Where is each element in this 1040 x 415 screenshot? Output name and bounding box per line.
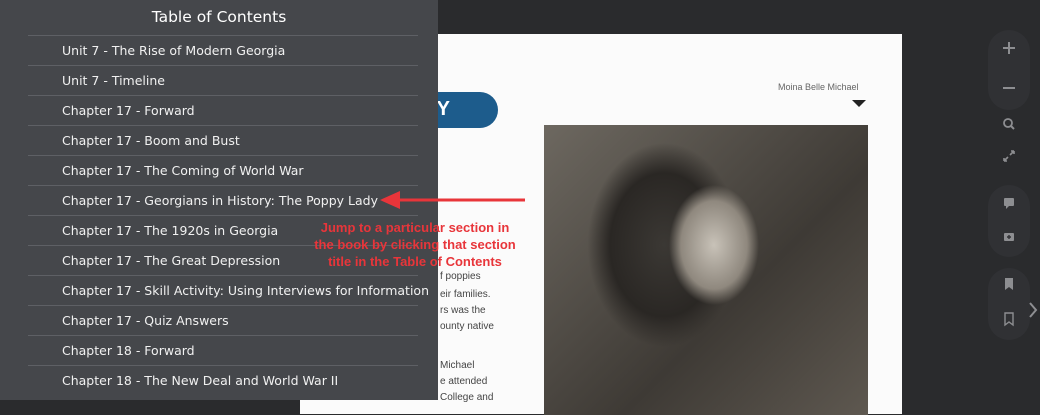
toc-item[interactable]: Chapter 18 - The New Deal and World War … — [28, 365, 418, 395]
search-icon[interactable] — [999, 114, 1019, 134]
bookmark-icon[interactable] — [999, 274, 1019, 294]
toc-title: Table of Contents — [151, 8, 287, 26]
annotation-line: title in the Table of Contents — [328, 254, 502, 269]
annotation-callout: Jump to a particular section in the book… — [290, 219, 540, 270]
toc-item[interactable]: Chapter 17 - Georgians in History: The P… — [28, 185, 418, 215]
body-text-fragment: College and — [440, 392, 494, 403]
comment-icon[interactable] — [999, 193, 1019, 213]
minus-icon[interactable] — [999, 78, 1019, 98]
bookmarks-group — [988, 268, 1030, 340]
reader-toolbar — [988, 30, 1030, 350]
toc-item[interactable]: Chapter 17 - Quiz Answers — [28, 305, 418, 335]
annotation-line: the book by clicking that section — [314, 237, 516, 252]
toc-item[interactable]: Chapter 18 - Forward — [28, 335, 418, 365]
plus-icon[interactable] — [999, 38, 1019, 58]
section-heading-pill-text: Y — [436, 98, 450, 120]
toc-item[interactable]: Chapter 17 - Forward — [28, 95, 418, 125]
toc-item[interactable]: Chapter 17 - The Coming of World War — [28, 155, 418, 185]
search-group — [988, 108, 1030, 172]
body-text-fragment: f poppies — [440, 271, 481, 282]
fullscreen-icon[interactable] — [999, 146, 1019, 166]
annotation-line: Jump to a particular section in — [320, 220, 510, 235]
body-text-fragment: Michael — [440, 360, 475, 371]
toc-list: Unit 7 - The Rise of Modern Georgia Unit… — [28, 35, 429, 395]
body-text-fragment: ounty native — [440, 321, 494, 332]
zoom-group — [988, 30, 1030, 110]
toc-item[interactable]: Unit 7 - Timeline — [28, 65, 418, 95]
body-text-fragment: rs was the — [440, 305, 486, 316]
caption-dropdown-icon[interactable] — [852, 100, 866, 107]
annotation-arrow-icon — [380, 191, 525, 209]
add-comment-icon[interactable] — [999, 228, 1019, 248]
next-page-icon[interactable] — [1028, 300, 1038, 325]
toc-item[interactable]: Chapter 17 - Boom and Bust — [28, 125, 418, 155]
portrait-photo — [544, 125, 868, 415]
photo-caption: Moina Belle Michael — [778, 82, 859, 92]
comments-group — [988, 185, 1030, 257]
body-text-fragment: eir families. — [440, 289, 491, 300]
bookmark-outline-icon[interactable] — [999, 309, 1019, 329]
body-text-fragment: e attended — [440, 376, 488, 387]
toc-item[interactable]: Chapter 17 - Skill Activity: Using Inter… — [28, 275, 429, 305]
toc-item[interactable]: Unit 7 - The Rise of Modern Georgia — [28, 35, 418, 65]
